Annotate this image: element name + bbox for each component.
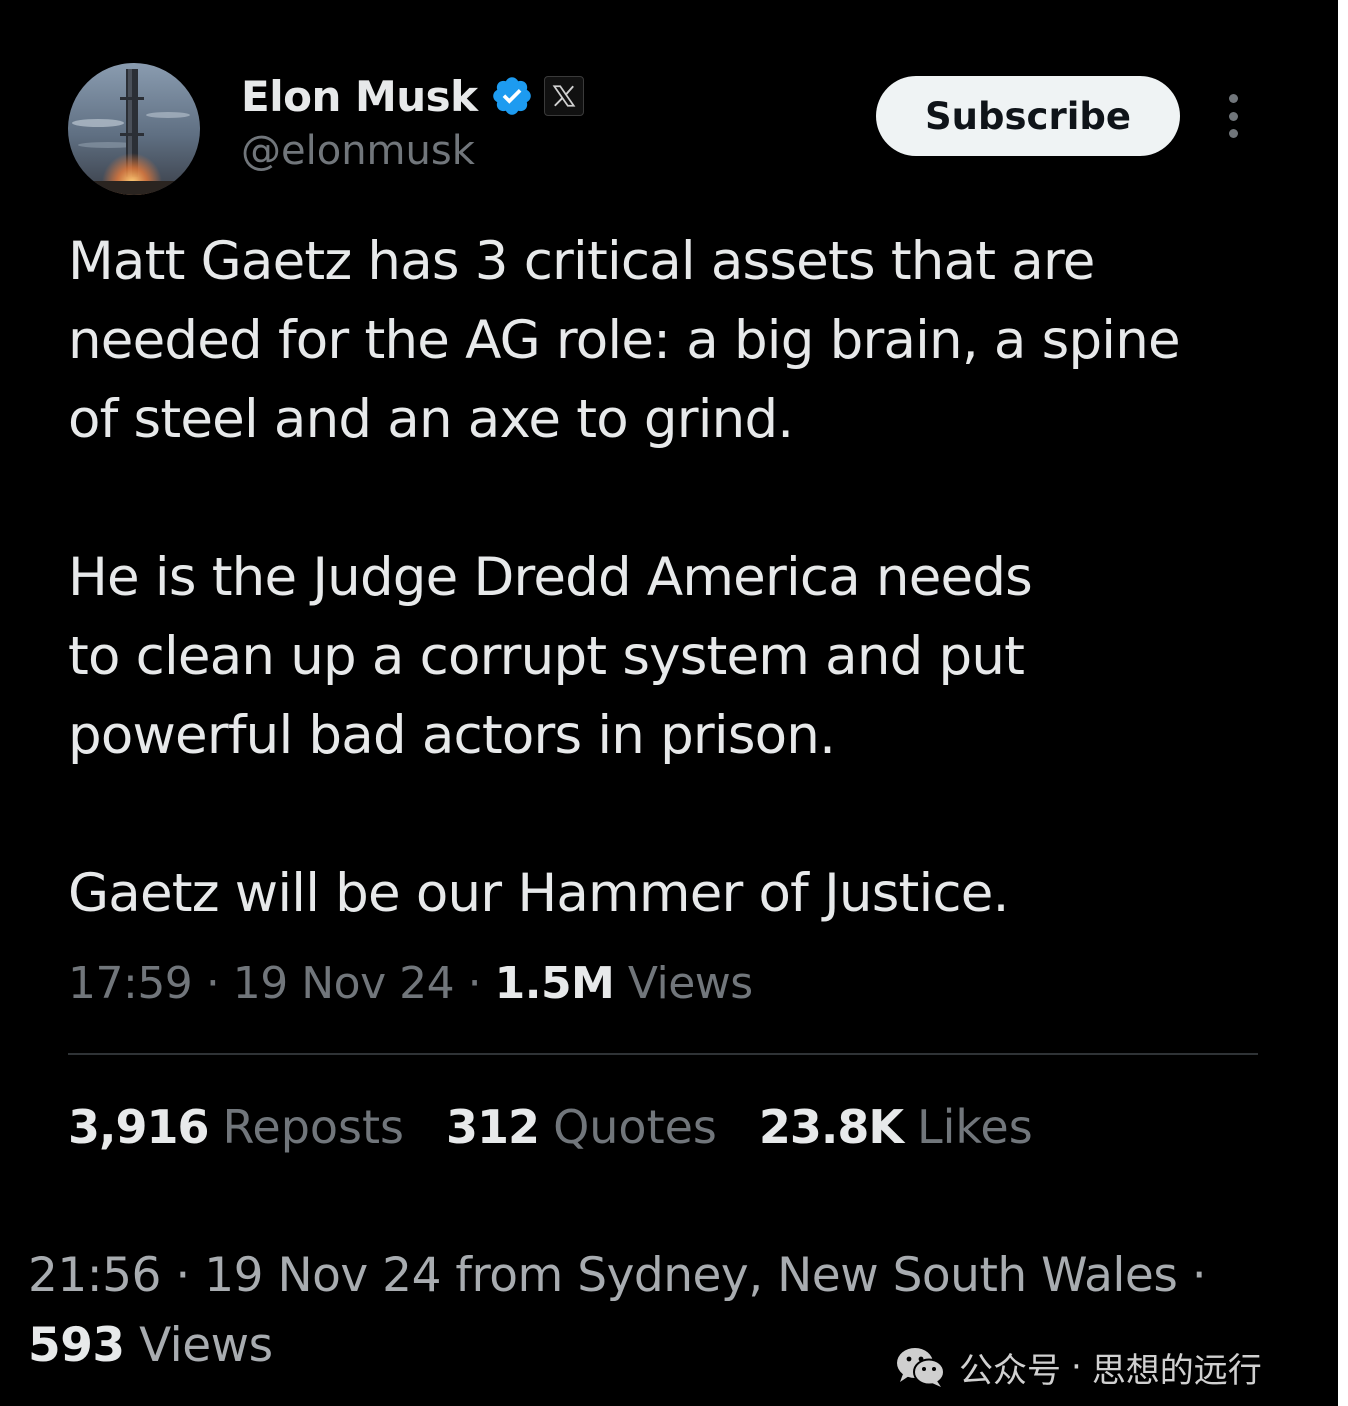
divider bbox=[68, 1053, 1258, 1055]
tweet-meta: 17:59 · 19 Nov 24 · 1.5M Views bbox=[68, 958, 753, 1009]
tweet-time[interactable]: 17:59 bbox=[68, 958, 193, 1009]
avatar[interactable] bbox=[68, 63, 200, 195]
quotes-count: 312 bbox=[446, 1100, 540, 1154]
engagement-stats: 3,916 Reposts 312 Quotes 23.8K Likes bbox=[68, 1100, 1075, 1154]
tweet-line: powerful bad actors in prison. bbox=[68, 705, 836, 766]
tweet-line: needed for the AG role: a big brain, a s… bbox=[68, 310, 1181, 371]
x-logo-icon[interactable] bbox=[543, 76, 584, 116]
wechat-icon bbox=[897, 1348, 945, 1387]
tweet-line: of steel and an axe to grind. bbox=[68, 389, 794, 450]
watermark-account-type: 公众号 bbox=[959, 1350, 1061, 1391]
likes-label: Likes bbox=[917, 1100, 1033, 1154]
tweet-line: He is the Judge Dredd America needs bbox=[68, 547, 1033, 608]
tweet-paragraph-1: Matt Gaetz has 3 critical assets that ar… bbox=[68, 222, 1298, 459]
tweet-line: Matt Gaetz has 3 critical assets that ar… bbox=[68, 231, 1095, 292]
verified-badge-icon[interactable] bbox=[490, 74, 534, 118]
likes-count: 23.8K bbox=[758, 1100, 904, 1154]
reposts-stat[interactable]: 3,916 Reposts bbox=[68, 1100, 404, 1154]
watermark-separator: · bbox=[1071, 1347, 1082, 1387]
quotes-label: Quotes bbox=[553, 1100, 717, 1154]
author-name-line: Elon Musk bbox=[241, 68, 584, 124]
more-options-icon[interactable] bbox=[1218, 94, 1248, 138]
tweet-line: Gaetz will be our Hammer of Justice. bbox=[68, 863, 1009, 924]
likes-stat[interactable]: 23.8K Likes bbox=[759, 1100, 1033, 1154]
watermark-account-name: 思想的远行 bbox=[1091, 1350, 1262, 1391]
watermark: 公众号 · 思想的远行 bbox=[895, 1342, 1262, 1392]
footer-timestamp: 21:56 · 19 Nov 24 from Sydney, New South… bbox=[28, 1248, 1207, 1303]
subscribe-button[interactable]: Subscribe bbox=[876, 76, 1180, 156]
tweet-paragraph-3: Gaetz will be our Hammer of Justice. bbox=[68, 854, 1298, 933]
footer-views-count: 593 bbox=[28, 1318, 125, 1373]
quotes-stat[interactable]: 312 Quotes bbox=[446, 1100, 717, 1154]
views-count: 1.5M bbox=[494, 958, 615, 1009]
reposts-count: 3,916 bbox=[68, 1100, 210, 1154]
avatar-image bbox=[68, 63, 200, 195]
tweet-date[interactable]: 19 Nov 24 bbox=[233, 958, 455, 1009]
tweet-line: to clean up a corrupt system and put bbox=[68, 626, 1025, 687]
author-display-name[interactable]: Elon Musk bbox=[241, 72, 478, 121]
tweet-paragraph-2: He is the Judge Dredd America needs to c… bbox=[68, 538, 1298, 775]
tweet-screen: Elon Musk @elonmusk Subscribe Matt Gaetz… bbox=[0, 0, 1338, 1406]
footer-views: 593 Views bbox=[28, 1318, 273, 1373]
reposts-label: Reposts bbox=[222, 1100, 405, 1154]
footer-views-label: Views bbox=[139, 1318, 273, 1373]
author-handle[interactable]: @elonmusk bbox=[241, 128, 475, 174]
views-label: Views bbox=[627, 958, 753, 1009]
